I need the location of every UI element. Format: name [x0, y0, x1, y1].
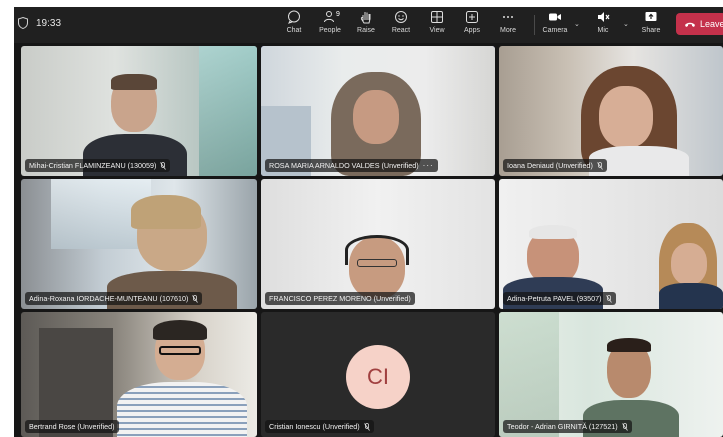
mic-muted-icon [597, 161, 603, 170]
participant-video-figure [529, 225, 577, 239]
meeting-time: 19:33 [36, 17, 62, 29]
participant-tile[interactable]: CI Cristian Ionescu (Unverified) [261, 312, 495, 437]
camera-button[interactable]: Camera [535, 10, 575, 34]
share-button[interactable]: Share [631, 10, 671, 34]
leave-button[interactable]: Leave [676, 13, 723, 35]
meeting-timer: 19:33 [18, 17, 61, 29]
view-button[interactable]: View [417, 10, 457, 34]
participant-video-figure [659, 283, 723, 309]
participant-tile[interactable]: Adina-Roxana IORDACHE-MUNTEANU (107610) [21, 179, 257, 309]
participant-tile[interactable]: Adina-Petruta PAVEL (93507) [499, 179, 723, 309]
participant-name-label: FRANCISCO PEREZ MORENO (Unverified) [265, 292, 415, 305]
more-options-icon[interactable]: ··· [423, 161, 434, 170]
participant-tile[interactable]: FRANCISCO PEREZ MORENO (Unverified) [261, 179, 495, 309]
participant-video-figure [117, 382, 247, 437]
chat-icon [288, 10, 300, 24]
people-count-badge: 9 [336, 11, 340, 18]
raise-hand-button[interactable]: Raise [346, 10, 386, 34]
glasses-icon [357, 259, 397, 267]
mic-muted-icon [363, 422, 370, 431]
participant-video-figure [111, 74, 157, 90]
mic-muted-icon [192, 294, 199, 303]
participant-tile-active-speaker[interactable]: ROSA MARIA ARNALDO VALDES (Unverified) ·… [261, 46, 495, 176]
participant-name-label: Adina-Petruta PAVEL (93507) [503, 292, 616, 305]
participant-name-label: Teodor - Adrian GIRNITĂ (127521) [503, 420, 632, 433]
participant-tile[interactable]: Bertrand Rose (Unverified) [21, 312, 257, 437]
participant-name-label: Ioana Deniaud (Unverified) [503, 159, 607, 172]
react-button[interactable]: React [381, 10, 421, 34]
participant-video-figure [607, 338, 651, 352]
participant-name-label: Mihai-Cristian FLAMINZEANU (130059) [25, 159, 171, 172]
participant-video-figure [131, 195, 201, 229]
mic-muted-icon [598, 12, 610, 22]
raise-hand-icon [360, 12, 371, 24]
mic-muted-icon [621, 422, 628, 431]
participant-tile[interactable]: Mihai-Cristian FLAMINZEANU (130059) [21, 46, 257, 176]
mic-button[interactable]: Mic [583, 10, 623, 34]
mic-muted-icon [605, 294, 612, 303]
video-grid: Mihai-Cristian FLAMINZEANU (130059) ROSA… [14, 43, 723, 437]
window-background [499, 312, 559, 437]
shield-icon [18, 17, 28, 29]
window-background [199, 46, 257, 176]
participant-name-label: Adina-Roxana IORDACHE-MUNTEANU (107610) [25, 292, 203, 305]
apps-button[interactable]: Apps [452, 10, 492, 34]
participant-name-label: Cristian Ionescu (Unverified) [265, 420, 374, 433]
people-icon [324, 11, 334, 23]
camera-options-chevron-down-icon[interactable]: ⌄ [574, 20, 580, 28]
participant-video-figure [353, 90, 399, 144]
view-icon [431, 11, 443, 23]
mic-options-chevron-down-icon[interactable]: ⌄ [623, 20, 629, 28]
people-button[interactable]: 9 People [310, 10, 350, 34]
participant-video-figure [153, 320, 207, 340]
share-icon [645, 12, 657, 21]
hang-up-icon [685, 22, 695, 27]
participant-video-figure [671, 243, 707, 285]
participant-tile[interactable]: Teodor - Adrian GIRNITĂ (127521) [499, 312, 723, 437]
apps-icon [466, 11, 478, 23]
react-icon [395, 11, 407, 23]
chat-button[interactable]: Chat [274, 10, 314, 34]
avatar: CI [346, 345, 410, 409]
participant-video-figure [599, 86, 653, 148]
participant-name-label: ROSA MARIA ARNALDO VALDES (Unverified) ·… [265, 159, 438, 172]
mic-muted-icon [160, 161, 167, 170]
participant-name-label: Bertrand Rose (Unverified) [25, 420, 119, 433]
more-button[interactable]: More [488, 10, 528, 34]
camera-icon [549, 13, 561, 21]
meeting-toolbar: 19:33 Chat 9 People Raise React View App… [14, 7, 723, 43]
glasses-icon [159, 346, 201, 355]
participant-tile[interactable]: Ioana Deniaud (Unverified) [499, 46, 723, 176]
more-icon [503, 16, 513, 18]
